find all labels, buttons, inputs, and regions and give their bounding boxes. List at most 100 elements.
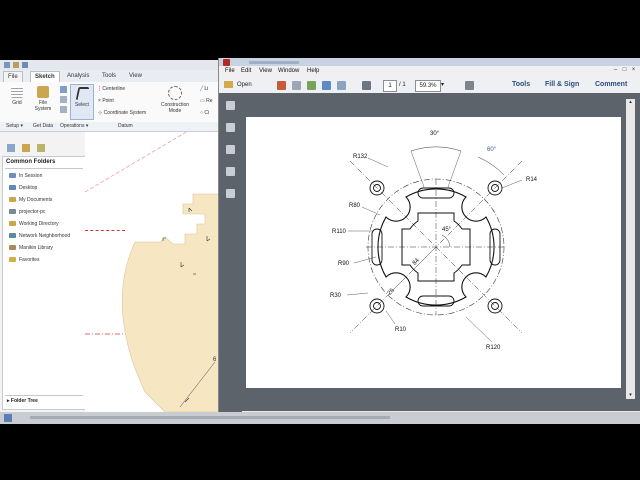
ribbon: Grid File System Select ┆ Centerline × P… [0, 82, 220, 123]
file-system-label: File System [34, 100, 52, 112]
angle-arc [477, 156, 505, 176]
centerline-button[interactable]: ┆ Centerline [98, 86, 125, 92]
folder-tree-toggle[interactable]: ▸ Folder Tree [7, 398, 38, 404]
centerline-label: Centerline [102, 86, 126, 92]
circle-button[interactable]: ○ Ci [200, 110, 209, 116]
scroll-up-icon[interactable]: ▴ [627, 99, 634, 105]
model-tree-icon[interactable] [226, 189, 235, 198]
menu-help[interactable]: Help [307, 67, 319, 76]
r80-label: R80 [349, 203, 361, 209]
thicken-icon[interactable] [60, 106, 67, 113]
tab-view[interactable]: View [125, 71, 146, 81]
fill-sign-button[interactable]: Fill & Sign [545, 80, 579, 90]
select-button[interactable]: Select [70, 84, 94, 120]
taskbar [0, 412, 640, 424]
construction-mode-button[interactable]: Construction Mode [160, 86, 190, 114]
folder-item-network-neighborhood[interactable]: Network Neighborhood [9, 232, 70, 241]
print-icon[interactable] [362, 81, 371, 90]
folder-browser-icon[interactable] [22, 144, 30, 152]
sketch-graphics: 6 [85, 132, 220, 412]
session-icon [9, 173, 16, 179]
new-file-icon[interactable] [4, 62, 10, 68]
dimension-labels: 30° 60° R132 R14 R80 R110 R90 R30 R10 R1… [330, 131, 538, 351]
menu-edit[interactable]: Edit [241, 67, 251, 76]
divider [5, 395, 83, 396]
sketch-canvas[interactable]: 6 [85, 132, 220, 412]
vertical-scrollbar[interactable]: ▴ ▾ [626, 99, 635, 399]
upload-icon[interactable] [322, 81, 331, 90]
fit-page-icon[interactable] [465, 81, 474, 90]
edit-icon[interactable] [307, 81, 316, 90]
zoom-dropdown-icon[interactable]: ▾ [441, 80, 444, 90]
grid-label: Grid [12, 100, 22, 106]
folder-item-desktop[interactable]: Desktop [9, 184, 37, 193]
line-button[interactable]: ╱ Li [200, 86, 208, 92]
open-file-icon[interactable] [13, 62, 19, 68]
tab-tools[interactable]: Tools [98, 71, 120, 81]
angle-60-label: 60° [487, 147, 497, 153]
minimize-icon[interactable]: – [611, 66, 620, 75]
email-icon[interactable] [337, 81, 346, 90]
leader-lines [346, 157, 523, 343]
grid-button[interactable]: Grid [6, 86, 28, 106]
settings-icon[interactable] [292, 81, 301, 90]
point-button[interactable]: × Point [98, 98, 114, 104]
cursor-icon [75, 87, 89, 100]
sketch-region [121, 193, 220, 412]
close-icon[interactable]: × [629, 66, 638, 75]
tree-icon[interactable] [7, 144, 15, 152]
tab-sketch[interactable]: Sketch [30, 71, 60, 82]
angle-arc [410, 146, 462, 152]
angle-30-label: 30° [430, 131, 440, 137]
folder-item-working-directory[interactable]: Working Directory [9, 220, 59, 229]
thumbnails-icon[interactable] [226, 101, 235, 110]
cad-window: File Sketch Analysis Tools View Grid Fil… [0, 60, 220, 422]
comment-button[interactable]: Comment [595, 80, 627, 90]
coordinate-system-button[interactable]: ⊹ Coordinate System [98, 110, 146, 116]
group-setup[interactable]: Setup ▾ [6, 123, 23, 129]
pdf-page: 30° 60° R132 R14 R80 R110 R90 R30 R10 R1… [246, 117, 621, 388]
menu-window[interactable]: Window [278, 67, 299, 76]
scroll-down-icon[interactable]: ▾ [627, 392, 634, 398]
tab-analysis[interactable]: Analysis [63, 71, 93, 81]
divider [5, 168, 83, 169]
point-label: Point [102, 98, 114, 104]
folder-item-favorites[interactable]: Favorites [9, 256, 40, 265]
select-label: Select [75, 102, 89, 108]
network-icon [9, 233, 16, 239]
maximize-icon[interactable]: □ [620, 66, 629, 75]
file-system-button[interactable]: File System [30, 86, 56, 112]
favorites-browser-icon[interactable] [37, 144, 45, 152]
r120-label: R120 [486, 345, 501, 351]
group-datum: Datum [118, 123, 133, 129]
attachments-icon[interactable] [226, 145, 235, 154]
bookmarks-icon[interactable] [226, 123, 235, 132]
navigation-pane [219, 93, 242, 413]
page-number-input[interactable]: 1 [383, 80, 397, 92]
group-get-data: Get Data [33, 123, 54, 129]
folder-item-my-documents[interactable]: My Documents [9, 196, 52, 205]
offset-icon[interactable] [60, 96, 67, 103]
zoom-input[interactable]: 59.3% [415, 80, 441, 92]
open-button[interactable]: Open [224, 80, 252, 90]
folder-item-projector-pc[interactable]: projector-pc [9, 208, 45, 217]
documents-icon [9, 197, 16, 203]
layers-icon[interactable] [226, 167, 235, 176]
folder-item-in-session[interactable]: In Session [9, 172, 42, 181]
save-icon[interactable] [22, 62, 28, 68]
ribbon-group-labels: Setup ▾ Get Data Operations ▾ Datum [0, 122, 220, 132]
window-title [249, 61, 299, 64]
dim-84-label: 84 [412, 257, 421, 266]
create-pdf-icon[interactable] [277, 81, 286, 90]
menu-view[interactable]: View [259, 67, 272, 76]
group-operations[interactable]: Operations ▾ [60, 123, 88, 129]
folder-item-manikin-library[interactable]: Manikin Library [9, 244, 53, 253]
folder-icon [37, 86, 49, 98]
r110-label: R110 [332, 229, 347, 235]
document-view[interactable]: 30° 60° R132 R14 R80 R110 R90 R30 R10 R1… [242, 93, 640, 411]
start-icon[interactable] [4, 414, 12, 422]
palette-icon[interactable] [60, 86, 67, 93]
tools-button[interactable]: Tools [512, 80, 530, 90]
rectangle-button[interactable]: ▭ Re [200, 98, 213, 104]
menu-file[interactable]: File [225, 67, 235, 76]
